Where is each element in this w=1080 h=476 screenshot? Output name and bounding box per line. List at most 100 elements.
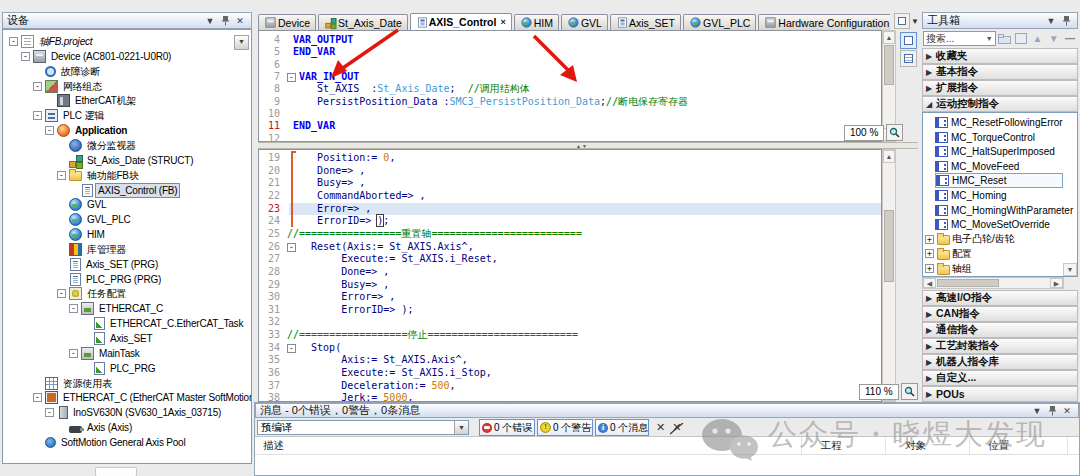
tree-item[interactable]: Axis_SET (PRG) bbox=[3, 257, 251, 272]
editor-splitter[interactable]: ▲▼ bbox=[258, 142, 918, 149]
expander-icon[interactable]: - bbox=[33, 111, 42, 120]
tree-item[interactable]: -PLC 逻辑 bbox=[3, 108, 251, 123]
move-up-icon[interactable]: ▲ bbox=[1030, 32, 1044, 46]
expander-icon[interactable]: - bbox=[69, 349, 78, 358]
toolbox-section[interactable]: ◢运动控制指令 bbox=[922, 96, 1078, 112]
fold-icon[interactable]: - bbox=[287, 73, 296, 82]
warnings-toggle-button[interactable]: 0 个警告 bbox=[537, 419, 593, 436]
tree-item[interactable]: SoftMotion General Axis Pool bbox=[3, 435, 251, 450]
chevron-down-icon[interactable]: ▼ bbox=[986, 35, 993, 42]
tab-axis-control[interactable]: AXIS_Control× bbox=[410, 13, 512, 30]
expander-icon[interactable]: - bbox=[57, 171, 66, 180]
magnifier-icon[interactable] bbox=[886, 124, 903, 141]
expander-icon[interactable]: - bbox=[45, 408, 54, 417]
toolbox-item[interactable]: HMC_Reset bbox=[935, 173, 1063, 188]
tab-him[interactable]: HIM bbox=[514, 14, 559, 30]
tab-dropdown-icon[interactable]: ▼ bbox=[911, 17, 919, 26]
dropdown-icon[interactable]: ▼ bbox=[203, 14, 217, 27]
tree-item[interactable]: EtherCAT机架 bbox=[3, 93, 251, 108]
col-description[interactable]: 描述 bbox=[263, 439, 284, 453]
tab-hardware-configuration[interactable]: Hardware Configuration bbox=[758, 14, 890, 30]
tree-item[interactable]: Axis_SET bbox=[3, 331, 251, 346]
tree-item[interactable]: 微分监视器 bbox=[3, 138, 251, 153]
expander-icon[interactable]: - bbox=[45, 126, 54, 135]
tree-item[interactable]: Axis (Axis) bbox=[3, 420, 251, 435]
toolbox-item[interactable]: +配置 bbox=[925, 246, 1063, 261]
body-zoom-control[interactable]: 110 % bbox=[859, 383, 918, 400]
expander-icon[interactable]: - bbox=[33, 82, 42, 91]
pin-icon[interactable] bbox=[1045, 404, 1059, 417]
decl-zoom-control[interactable]: 100 % bbox=[844, 124, 903, 141]
tab-device[interactable]: Device bbox=[258, 14, 316, 30]
chevron-down-icon[interactable]: ▼ bbox=[454, 421, 468, 434]
toolbox-item[interactable]: MC_MoveSetOverride bbox=[935, 217, 1063, 232]
new-folder-icon[interactable] bbox=[998, 32, 1012, 46]
dropdown-icon[interactable]: ▼ bbox=[1044, 14, 1058, 27]
body-scrollbar[interactable]: ▲ ▼ bbox=[882, 149, 896, 402]
fold-icon[interactable]: - bbox=[287, 344, 296, 353]
pin-icon[interactable] bbox=[1059, 14, 1073, 27]
toolbox-section[interactable]: ▶收藏夹 bbox=[922, 48, 1078, 64]
toolbox-section[interactable]: ▶工艺封装指令 bbox=[922, 338, 1078, 354]
expander-icon[interactable]: - bbox=[69, 304, 78, 313]
expander-icon[interactable]: - bbox=[33, 393, 42, 402]
declaration-pane[interactable]: 4 VAR_OUTPUT5 END_VAR67-VAR_IN_OUT8 St_A… bbox=[258, 30, 882, 142]
messages-toggle-button[interactable]: 0 个消息 bbox=[595, 419, 649, 436]
tab-gvl[interactable]: GVL bbox=[561, 14, 608, 30]
toolbox-item[interactable]: MC_Homing bbox=[935, 188, 1063, 203]
expander-icon[interactable]: + bbox=[925, 249, 934, 258]
toolbox-item[interactable]: MC_ResetFollowingError bbox=[935, 115, 1063, 130]
toolbox-item[interactable]: MC_MoveFeed bbox=[935, 159, 1063, 174]
tree-item[interactable]: -ETHERCAT_C (EtherCAT Master SoftMotion) bbox=[3, 390, 251, 405]
message-filter-combo[interactable]: 预编译 ▼ bbox=[257, 420, 469, 435]
tree-item[interactable]: PLC_PRG bbox=[3, 361, 251, 376]
filter-clear-icon[interactable]: ✕ bbox=[672, 421, 681, 434]
toolbox-item[interactable]: +电子凸轮/齿轮 bbox=[925, 232, 1063, 247]
tree-item[interactable]: -MainTask bbox=[3, 346, 251, 361]
toolbox-item[interactable]: MC_HaltSuperImposed bbox=[935, 144, 1063, 159]
toolbox-section[interactable]: ▶基本指令 bbox=[922, 64, 1078, 80]
toolbox-vscroll-down[interactable]: ▼ bbox=[1063, 263, 1077, 276]
declaration-view-button[interactable] bbox=[900, 32, 917, 49]
tree-item[interactable]: HIM bbox=[3, 227, 251, 242]
tree-item[interactable]: -轴FB.project▼ bbox=[3, 34, 251, 49]
tab-close-icon[interactable]: × bbox=[500, 17, 505, 27]
magnifier-icon[interactable] bbox=[901, 383, 918, 400]
decl-zoom-value[interactable]: 100 % bbox=[844, 125, 884, 141]
tree-item[interactable]: -任务配置 bbox=[3, 286, 251, 301]
tree-item[interactable]: ETHERCAT_C.EtherCAT_Task bbox=[3, 316, 251, 331]
toolbox-item[interactable]: +轴组 bbox=[925, 261, 1063, 276]
tree-item[interactable]: GVL bbox=[3, 197, 251, 212]
fold-icon[interactable]: - bbox=[287, 243, 296, 252]
tree-item[interactable]: -InoSV630N (SV630_1Axis_03715) bbox=[3, 405, 251, 420]
tree-item[interactable]: -网络组态 bbox=[3, 79, 251, 94]
tree-item[interactable]: 故障诊断 bbox=[3, 64, 251, 79]
toolbox-hscrollbar[interactable]: ◀▶ bbox=[922, 277, 1064, 289]
remove-icon[interactable]: — bbox=[1063, 32, 1077, 46]
clear-messages-icon[interactable]: ✕ bbox=[656, 421, 665, 434]
toolbox-section[interactable]: ▶高速I/O指令 bbox=[922, 290, 1078, 306]
tree-item[interactable]: St_Axis_Date (STRUCT) bbox=[3, 153, 251, 168]
tab-gvl-plc[interactable]: GVL_PLC bbox=[683, 14, 756, 30]
toolbox-section[interactable]: ▶通信指令 bbox=[922, 322, 1078, 338]
tree-item[interactable]: GVL_PLC bbox=[3, 212, 251, 227]
tree-item[interactable]: -Device (AC801-0221-U0R0) bbox=[3, 49, 251, 64]
toolbox-section[interactable]: ▶CAN指令 bbox=[922, 306, 1078, 322]
expander-icon[interactable]: + bbox=[925, 264, 934, 273]
tab-st-axis-date[interactable]: St_Axis_Date bbox=[318, 14, 408, 30]
move-down-icon[interactable]: ▼ bbox=[1046, 32, 1060, 46]
tab-axis-set[interactable]: Axis_SET bbox=[610, 14, 681, 30]
toolbox-section[interactable]: ▶POUs bbox=[922, 386, 1078, 402]
tree-dropdown-icon[interactable]: ▼ bbox=[234, 35, 249, 50]
tree-item[interactable]: 库管理器 bbox=[3, 242, 251, 257]
expander-icon[interactable]: + bbox=[925, 235, 934, 244]
tree-item[interactable]: PLC_PRG (PRG) bbox=[3, 272, 251, 287]
close-icon[interactable]: ✕ bbox=[233, 14, 247, 27]
close-icon[interactable]: ✕ bbox=[1060, 404, 1074, 417]
code-body-pane[interactable]: 19 Position:= 0,20 Done=> ,21 Busy=> ,22… bbox=[258, 149, 882, 402]
body-zoom-value[interactable]: 110 % bbox=[859, 384, 899, 400]
expander-icon[interactable]: - bbox=[9, 37, 18, 46]
pin-icon[interactable] bbox=[218, 14, 232, 27]
tree-item[interactable]: AXIS_Control (FB) bbox=[3, 183, 251, 198]
toolbox-search-input[interactable]: 搜索... ▼ bbox=[923, 31, 996, 46]
